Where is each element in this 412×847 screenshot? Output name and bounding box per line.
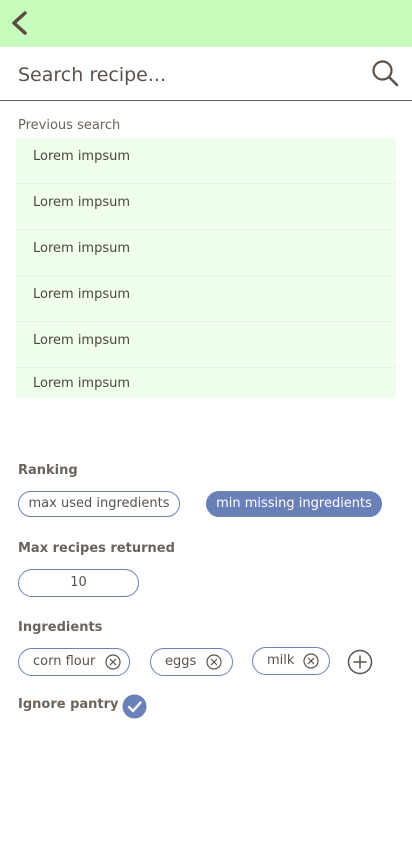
- ingredient-chip-label: eggs: [165, 654, 197, 669]
- top-app-bar: [0, 0, 412, 47]
- previous-search-label: Previous search: [18, 118, 121, 133]
- add-ingredient-plus-icon[interactable]: [347, 649, 373, 675]
- ingredient-chip: milk: [252, 647, 330, 675]
- previous-search-item[interactable]: Lorem impsum: [16, 230, 396, 276]
- ingredients-label: Ingredients: [18, 620, 103, 635]
- ignore-pantry-check-icon[interactable]: [122, 694, 147, 719]
- ignore-pantry-label: Ignore pantry: [18, 697, 119, 712]
- previous-search-item[interactable]: Lorem impsum: [16, 368, 396, 398]
- previous-search-list: Lorem impsum Lorem impsum Lorem impsum L…: [16, 138, 396, 398]
- previous-search-item[interactable]: Lorem impsum: [16, 184, 396, 230]
- previous-search-item[interactable]: Lorem impsum: [16, 276, 396, 322]
- search-icon[interactable]: [370, 58, 400, 88]
- ingredient-chip: corn flour: [18, 648, 130, 676]
- ranking-label: Ranking: [18, 463, 78, 478]
- ingredient-chip-label: milk: [267, 653, 295, 668]
- search-input[interactable]: [18, 60, 358, 90]
- max-recipes-label: Max recipes returned: [18, 541, 175, 556]
- previous-search-item[interactable]: Lorem impsum: [16, 322, 396, 368]
- search-bar: [0, 48, 412, 101]
- ranking-option-min-missing[interactable]: min missing ingredients: [206, 491, 382, 517]
- ranking-option-max-used[interactable]: max used ingredients: [18, 491, 180, 517]
- remove-circle-x-icon[interactable]: [105, 654, 121, 670]
- previous-search-item[interactable]: Lorem impsum: [16, 138, 396, 184]
- ingredient-chip-label: corn flour: [33, 654, 96, 669]
- max-recipes-input[interactable]: 10: [18, 569, 139, 597]
- remove-circle-x-icon[interactable]: [303, 653, 319, 669]
- ingredient-chip: eggs: [150, 648, 233, 676]
- back-chevron-icon[interactable]: [8, 8, 32, 38]
- remove-circle-x-icon[interactable]: [206, 654, 222, 670]
